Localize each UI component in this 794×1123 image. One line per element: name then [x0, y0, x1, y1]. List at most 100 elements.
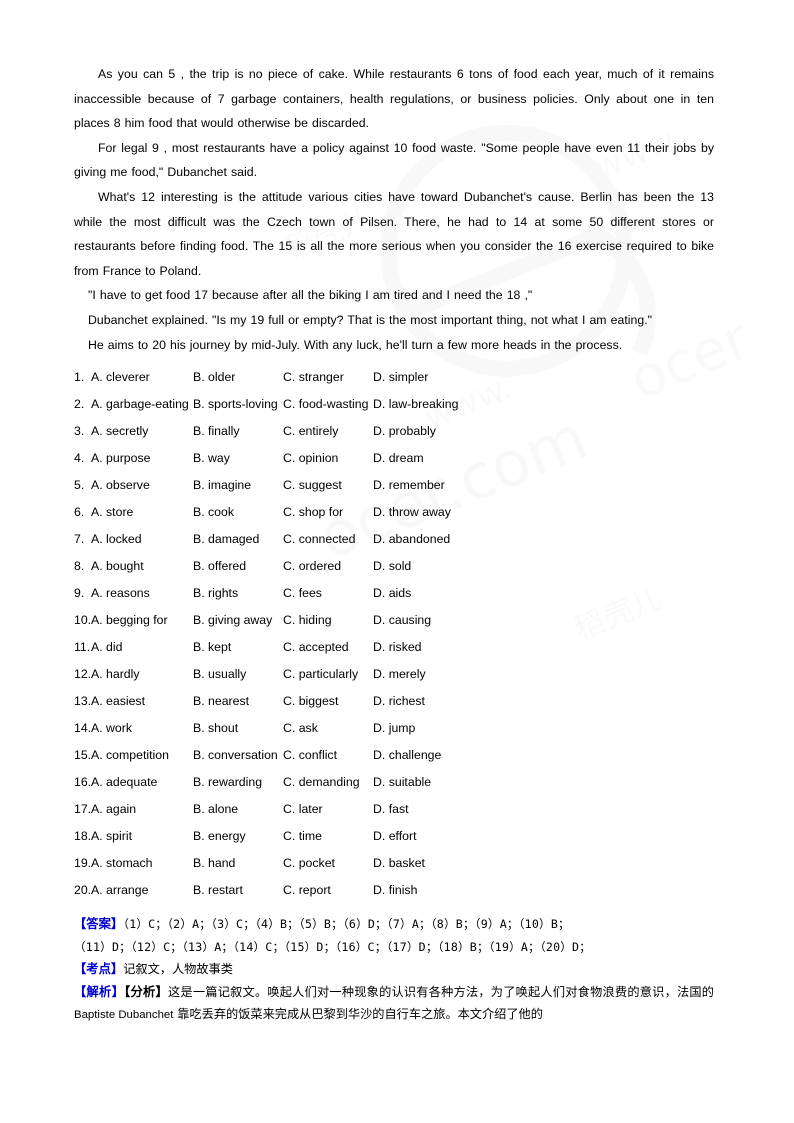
question-row-2[interactable]: 2. A. garbage-eating B. sports-loving C.… [74, 391, 714, 418]
option-c[interactable]: C. opinion [283, 445, 338, 472]
question-row-4[interactable]: 4. A. purpose B. way C. opinion D. dream [74, 445, 714, 472]
option-d[interactable]: D. suitable [373, 769, 431, 796]
option-c[interactable]: C. pocket [283, 850, 335, 877]
option-a[interactable]: A. competition [91, 742, 169, 769]
option-b[interactable]: B. imagine [193, 472, 251, 499]
option-d[interactable]: D. basket [373, 850, 425, 877]
option-d[interactable]: D. remember [373, 472, 445, 499]
option-d[interactable]: D. jump [373, 715, 415, 742]
option-b[interactable]: B. giving away [193, 607, 272, 634]
option-c[interactable]: C. stranger [283, 364, 344, 391]
option-a[interactable]: A. reasons [91, 580, 150, 607]
option-a[interactable]: A. easiest [91, 688, 145, 715]
question-row-1[interactable]: 1. A. cleverer B. older C. stranger D. s… [74, 364, 714, 391]
option-a[interactable]: A. begging for [91, 607, 168, 634]
option-c[interactable]: C. ordered [283, 553, 341, 580]
option-d[interactable]: D. throw away [373, 499, 451, 526]
option-a[interactable]: A. bought [91, 553, 144, 580]
option-c[interactable]: C. hiding [283, 607, 332, 634]
option-c[interactable]: C. ask [283, 715, 318, 742]
option-c[interactable]: C. later [283, 796, 323, 823]
option-d[interactable]: D. fast [373, 796, 409, 823]
option-b[interactable]: B. sports-loving [193, 391, 278, 418]
option-d[interactable]: D. law-breaking [373, 391, 458, 418]
option-b[interactable]: B. rights [193, 580, 238, 607]
option-c[interactable]: C. food-wasting [283, 391, 368, 418]
option-a[interactable]: A. locked [91, 526, 142, 553]
question-row-17[interactable]: 17. A. again B. alone C. later D. fast [74, 796, 714, 823]
option-b[interactable]: B. restart [193, 877, 243, 904]
option-b[interactable]: B. energy [193, 823, 246, 850]
option-a[interactable]: A. adequate [91, 769, 157, 796]
question-row-18[interactable]: 18. A. spirit B. energy C. time D. effor… [74, 823, 714, 850]
option-b[interactable]: B. kept [193, 634, 231, 661]
option-a[interactable]: A. again [91, 796, 136, 823]
option-a[interactable]: A. hardly [91, 661, 140, 688]
question-row-12[interactable]: 12. A. hardly B. usually C. particularly… [74, 661, 714, 688]
option-b[interactable]: B. alone [193, 796, 238, 823]
question-row-15[interactable]: 15. A. competition B. conversation C. co… [74, 742, 714, 769]
option-b[interactable]: B. damaged [193, 526, 259, 553]
option-d[interactable]: D. abandoned [373, 526, 450, 553]
option-c[interactable]: C. biggest [283, 688, 338, 715]
question-row-5[interactable]: 5. A. observe B. imagine C. suggest D. r… [74, 472, 714, 499]
option-b[interactable]: B. conversation [193, 742, 278, 769]
question-row-8[interactable]: 8. A. bought B. offered C. ordered D. so… [74, 553, 714, 580]
question-row-7[interactable]: 7. A. locked B. damaged C. connected D. … [74, 526, 714, 553]
option-b[interactable]: B. rewarding [193, 769, 262, 796]
question-row-13[interactable]: 13. A. easiest B. nearest C. biggest D. … [74, 688, 714, 715]
question-row-6[interactable]: 6. A. store B. cook C. shop for D. throw… [74, 499, 714, 526]
option-b[interactable]: B. cook [193, 499, 234, 526]
question-row-11[interactable]: 11. A. did B. kept C. accepted D. risked [74, 634, 714, 661]
option-a[interactable]: A. spirit [91, 823, 132, 850]
question-row-14[interactable]: 14. A. work B. shout C. ask D. jump [74, 715, 714, 742]
option-d[interactable]: D. finish [373, 877, 417, 904]
option-c[interactable]: C. demanding [283, 769, 360, 796]
question-row-3[interactable]: 3. A. secretly B. finally C. entirely D.… [74, 418, 714, 445]
option-a[interactable]: A. cleverer [91, 364, 150, 391]
option-a[interactable]: A. garbage-eating [91, 391, 189, 418]
option-b[interactable]: B. finally [193, 418, 239, 445]
option-d[interactable]: D. effort [373, 823, 417, 850]
option-c[interactable]: C. report [283, 877, 331, 904]
option-d[interactable]: D. simpler [373, 364, 428, 391]
option-c[interactable]: C. suggest [283, 472, 342, 499]
option-a[interactable]: A. secretly [91, 418, 148, 445]
option-c[interactable]: C. connected [283, 526, 355, 553]
option-a[interactable]: A. arrange [91, 877, 148, 904]
option-b[interactable]: B. older [193, 364, 235, 391]
option-d[interactable]: D. aids [373, 580, 411, 607]
option-a[interactable]: A. purpose [91, 445, 150, 472]
option-d[interactable]: D. sold [373, 553, 411, 580]
option-b[interactable]: B. usually [193, 661, 246, 688]
option-d[interactable]: D. challenge [373, 742, 441, 769]
option-d[interactable]: D. causing [373, 607, 431, 634]
question-row-9[interactable]: 9. A. reasons B. rights C. fees D. aids [74, 580, 714, 607]
option-a[interactable]: A. did [91, 634, 122, 661]
option-d[interactable]: D. richest [373, 688, 425, 715]
option-a[interactable]: A. stomach [91, 850, 153, 877]
question-row-16[interactable]: 16. A. adequate B. rewarding C. demandin… [74, 769, 714, 796]
option-b[interactable]: B. shout [193, 715, 238, 742]
option-d[interactable]: D. dream [373, 445, 424, 472]
option-a[interactable]: A. work [91, 715, 132, 742]
question-row-20[interactable]: 20. A. arrange B. restart C. report D. f… [74, 877, 714, 904]
option-c[interactable]: C. entirely [283, 418, 338, 445]
option-d[interactable]: D. merely [373, 661, 426, 688]
option-c[interactable]: C. shop for [283, 499, 343, 526]
option-b[interactable]: B. offered [193, 553, 246, 580]
option-b[interactable]: B. way [193, 445, 230, 472]
question-row-10[interactable]: 10. A. begging for B. giving away C. hid… [74, 607, 714, 634]
option-c[interactable]: C. conflict [283, 742, 337, 769]
option-c[interactable]: C. fees [283, 580, 322, 607]
option-d[interactable]: D. probably [373, 418, 436, 445]
option-c[interactable]: C. time [283, 823, 322, 850]
option-a[interactable]: A. observe [91, 472, 150, 499]
option-a[interactable]: A. store [91, 499, 133, 526]
option-c[interactable]: C. particularly [283, 661, 358, 688]
option-c[interactable]: C. accepted [283, 634, 349, 661]
option-b[interactable]: B. nearest [193, 688, 249, 715]
option-d[interactable]: D. risked [373, 634, 422, 661]
option-b[interactable]: B. hand [193, 850, 235, 877]
question-row-19[interactable]: 19. A. stomach B. hand C. pocket D. bask… [74, 850, 714, 877]
